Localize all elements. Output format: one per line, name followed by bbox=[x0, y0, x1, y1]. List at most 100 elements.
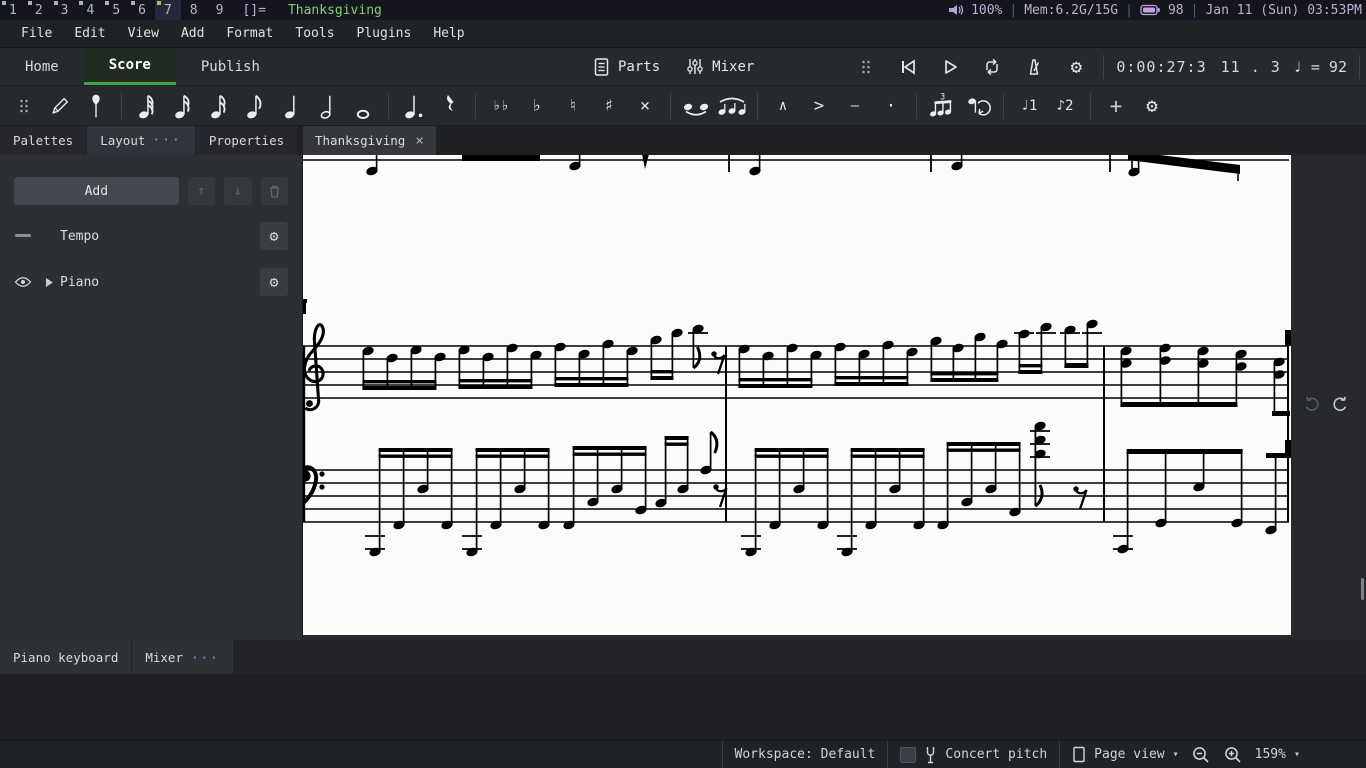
rewind-button[interactable] bbox=[893, 52, 923, 82]
add-toolbar-item-button[interactable]: + bbox=[1100, 90, 1132, 122]
menu-add[interactable]: Add bbox=[170, 26, 215, 41]
panel-tab-piano-keyboard[interactable]: Piano keyboard bbox=[0, 640, 132, 674]
tempo-settings-gear-button[interactable]: ⚙ bbox=[260, 222, 288, 250]
tenuto-icon[interactable]: — bbox=[839, 90, 871, 122]
menu-edit[interactable]: Edit bbox=[63, 26, 116, 41]
piano-settings-gear-button[interactable]: ⚙ bbox=[260, 268, 288, 296]
note-input-pencil-icon[interactable] bbox=[44, 90, 76, 122]
playback-settings-gear-icon[interactable]: ⚙ bbox=[1061, 52, 1091, 82]
ribbon-bar: Home Score Publish Parts Mixer ⚙ 0:00:27… bbox=[0, 48, 1366, 86]
expand-arrow-icon[interactable] bbox=[38, 277, 60, 287]
tuplet-button[interactable]: 3 bbox=[926, 90, 958, 122]
workspace-tag-2[interactable]: 2 bbox=[26, 0, 52, 20]
workspace-tag-7[interactable]: 7 bbox=[154, 0, 181, 20]
divider bbox=[757, 92, 758, 119]
note-64th-button[interactable] bbox=[131, 90, 163, 122]
workspace-tag-1[interactable]: 1 bbox=[0, 0, 26, 20]
menu-bar: File Edit View Add Format Tools Plugins Help bbox=[0, 20, 1366, 48]
note-whole-button[interactable] bbox=[347, 90, 379, 122]
workspace-tags[interactable]: 123456789 bbox=[0, 0, 232, 20]
visibility-eye-icon[interactable] bbox=[8, 276, 38, 288]
tab-publish[interactable]: Publish bbox=[176, 48, 285, 85]
workspace-tag-6[interactable]: 6 bbox=[129, 0, 155, 20]
note-eighth-button[interactable] bbox=[239, 90, 271, 122]
flat-icon[interactable]: ♭ bbox=[521, 90, 553, 122]
add-button[interactable]: Add bbox=[14, 177, 179, 205]
menu-file[interactable]: File bbox=[10, 26, 63, 41]
divider bbox=[1103, 54, 1105, 79]
customize-toolbar-gear-button[interactable]: ⚙ bbox=[1136, 90, 1168, 122]
workspace-tag-4[interactable]: 4 bbox=[77, 0, 103, 20]
sharp-icon[interactable]: ♯ bbox=[593, 90, 625, 122]
tempo-display[interactable]: ♩ = 92 bbox=[1293, 58, 1347, 76]
layout-item-tempo[interactable]: Tempo ⚙ bbox=[8, 221, 288, 251]
close-tab-icon[interactable]: × bbox=[415, 133, 423, 149]
play-button[interactable] bbox=[935, 52, 965, 82]
menu-view[interactable]: View bbox=[117, 26, 170, 41]
move-down-button[interactable]: ↓ bbox=[224, 177, 252, 205]
tab-score[interactable]: Score bbox=[83, 48, 176, 85]
tempo-dash-icon bbox=[8, 234, 38, 238]
note-half-button[interactable] bbox=[311, 90, 343, 122]
augmentation-dot-button[interactable] bbox=[398, 90, 430, 122]
playback-drag-handle[interactable] bbox=[851, 52, 881, 82]
double-flat-icon[interactable]: ♭♭ bbox=[485, 90, 517, 122]
tab-palettes[interactable]: Palettes bbox=[0, 126, 87, 155]
staccato-icon[interactable]: · bbox=[875, 90, 907, 122]
redo-button[interactable] bbox=[1330, 394, 1350, 414]
playback-time: 0:00:27:3 bbox=[1116, 57, 1207, 76]
zoom-level-selector[interactable]: 159% ▾ bbox=[1255, 747, 1300, 762]
zoom-out-button[interactable] bbox=[1191, 745, 1211, 765]
undo-button[interactable] bbox=[1302, 394, 1322, 414]
natural-icon[interactable]: ♮ bbox=[557, 90, 589, 122]
voice-1-button[interactable]: ♩1 bbox=[1013, 90, 1045, 122]
zoom-in-button[interactable] bbox=[1223, 745, 1243, 765]
view-mode-selector[interactable]: Page view ▾ bbox=[1072, 746, 1179, 763]
mixer-button[interactable]: Mixer bbox=[686, 57, 754, 76]
note-16th-button[interactable] bbox=[203, 90, 235, 122]
marcato-icon[interactable]: ∧ bbox=[767, 90, 799, 122]
tab-layout[interactable]: Layout ··· bbox=[87, 126, 195, 155]
volume-percent: 100% bbox=[971, 2, 1003, 18]
menu-tools[interactable]: Tools bbox=[284, 26, 345, 41]
tab-properties[interactable]: Properties bbox=[195, 126, 298, 155]
workspace-selector[interactable]: Workspace: Default bbox=[735, 747, 876, 762]
rest-button[interactable] bbox=[434, 90, 466, 122]
menu-help[interactable]: Help bbox=[422, 26, 475, 41]
parts-button[interactable]: Parts bbox=[593, 57, 660, 77]
workspace-tag-5[interactable]: 5 bbox=[103, 0, 129, 20]
note-cursor-pin-icon[interactable] bbox=[80, 90, 112, 122]
note-quarter-button[interactable] bbox=[275, 90, 307, 122]
flip-direction-button[interactable] bbox=[962, 90, 994, 122]
accent-icon[interactable]: > bbox=[803, 90, 835, 122]
move-up-button[interactable]: ↑ bbox=[187, 177, 216, 205]
workspace-tag-3[interactable]: 3 bbox=[52, 0, 78, 20]
memory-usage: Mem:6.2G/15G bbox=[1024, 2, 1119, 18]
vertical-scrollbar[interactable] bbox=[1361, 578, 1364, 600]
concert-pitch-toggle[interactable]: Concert pitch bbox=[900, 745, 1047, 765]
panel-tab-mixer[interactable]: Mixer ··· bbox=[132, 640, 233, 674]
tie-button[interactable] bbox=[680, 90, 712, 122]
toolbar-drag-handle[interactable] bbox=[8, 90, 40, 122]
tuning-fork-icon bbox=[924, 745, 937, 765]
concert-pitch-checkbox[interactable] bbox=[900, 746, 917, 763]
menu-format[interactable]: Format bbox=[215, 26, 284, 41]
panel-menu-dots-icon[interactable]: ··· bbox=[191, 650, 220, 665]
workspace-tag-9[interactable]: 9 bbox=[207, 0, 233, 20]
loop-playback-button[interactable] bbox=[977, 52, 1007, 82]
workspace-tag-8[interactable]: 8 bbox=[181, 0, 207, 20]
layout-item-piano[interactable]: Piano ⚙ bbox=[8, 267, 288, 297]
voice-2-button[interactable]: ♪2 bbox=[1049, 90, 1081, 122]
metronome-button[interactable] bbox=[1019, 52, 1049, 82]
note-32nd-button[interactable] bbox=[167, 90, 199, 122]
delete-button[interactable] bbox=[260, 177, 288, 205]
score-tab-thanksgiving[interactable]: Thanksgiving × bbox=[303, 126, 436, 155]
note-input-toolbar: ♭♭ ♭ ♮ ♯ × ∧ > — · 3 ♩1 ♪2 + ⚙ bbox=[0, 86, 1366, 126]
score-page[interactable] bbox=[303, 155, 1291, 635]
layout-symbol[interactable]: []= bbox=[232, 3, 275, 18]
menu-plugins[interactable]: Plugins bbox=[346, 26, 423, 41]
tab-menu-dots-icon[interactable]: ··· bbox=[152, 133, 181, 148]
slur-button[interactable] bbox=[716, 90, 748, 122]
tab-home[interactable]: Home bbox=[0, 48, 84, 85]
double-sharp-icon[interactable]: × bbox=[629, 90, 661, 122]
